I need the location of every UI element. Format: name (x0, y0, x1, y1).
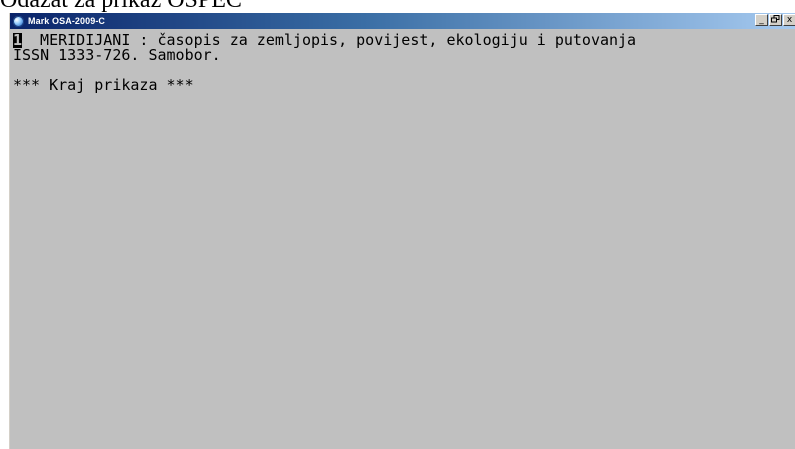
close-button[interactable]: x (783, 14, 795, 26)
minimize-button[interactable]: _ (755, 14, 768, 26)
maximize-button[interactable] (769, 14, 782, 26)
end-of-display-message: *** Kraj prikaza *** (13, 76, 194, 94)
title-bar[interactable]: Mark OSA-2009-C _ x (10, 13, 795, 29)
terminal-screen[interactable]: 1 MERIDIJANI : časopis za zemljopis, pov… (10, 29, 795, 449)
terminal-window: Mark OSA-2009-C _ x 1 MERIDIJANI : časop… (9, 13, 795, 449)
record-line-2: ISSN 1333-726. Samobor. (13, 46, 221, 64)
caption-text: Odazat za prikaz OSPEC (0, 0, 795, 12)
window-controls: _ x (755, 14, 795, 28)
app-globe-icon[interactable] (13, 15, 24, 27)
restore-icon (771, 15, 780, 23)
page: Odazat za prikaz OSPEC Mark OSA-2009-C _… (0, 0, 795, 449)
window-title: Mark OSA-2009-C (28, 16, 106, 26)
